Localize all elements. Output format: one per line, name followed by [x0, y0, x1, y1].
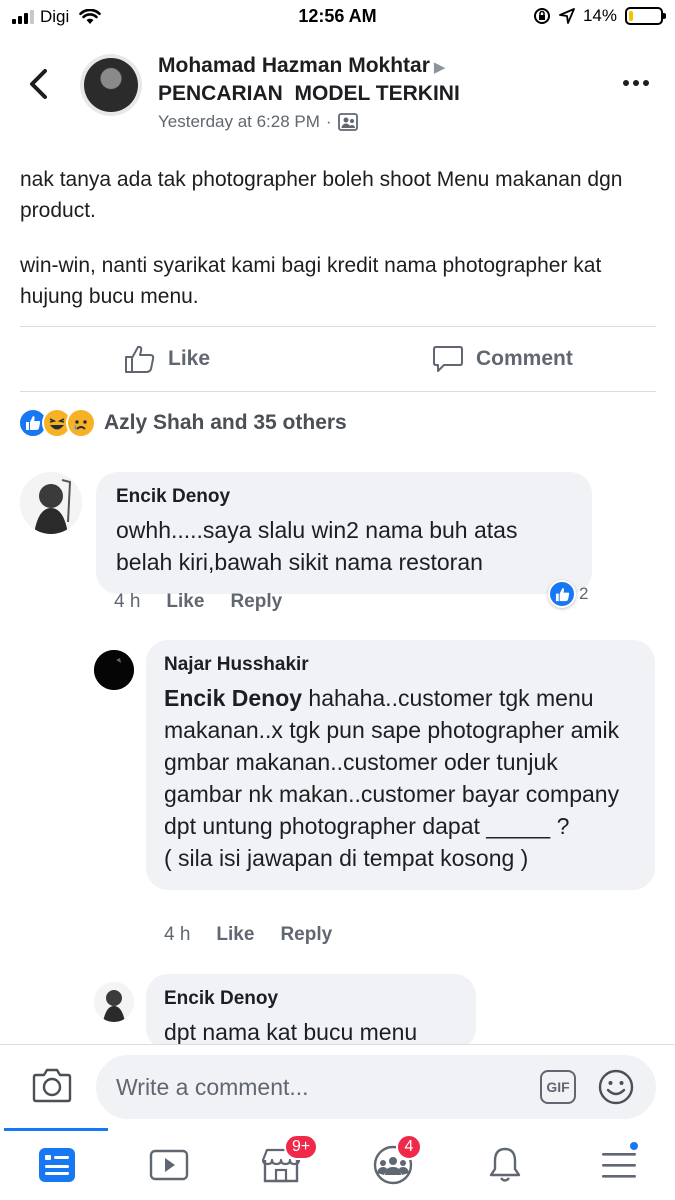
comment-reply-button[interactable]: Reply [230, 591, 282, 613]
comment-text: Encik Denoy hahaha..customer tgk menu ma… [164, 682, 637, 874]
tab-news-feed[interactable] [32, 1142, 82, 1188]
post-paragraph: nak tanya ada tak photographer boleh sho… [20, 168, 623, 222]
comment-text-line: ( sila isi jawapan di tempat kosong ) [164, 845, 529, 871]
notifications-icon [489, 1147, 521, 1182]
avatar-image [20, 472, 82, 534]
battery-icon [625, 7, 666, 25]
active-tab-indicator [4, 1128, 108, 1131]
thumbs-up-icon [125, 345, 155, 373]
comment-time: 4 h [114, 591, 141, 612]
meta-separator: · [325, 112, 332, 131]
rotation-lock-icon [533, 8, 550, 24]
battery-percent: 14% [582, 6, 617, 25]
notification-badge: 4 [396, 1134, 422, 1160]
mention-link[interactable]: Encik Denoy [164, 685, 302, 711]
comment-reaction-count[interactable]: 2 [548, 580, 588, 608]
comment-button[interactable]: Comment [432, 344, 573, 374]
author-name[interactable]: Mohamad Hazman Mokhtar [158, 54, 430, 77]
tab-groups[interactable]: 4 [368, 1134, 422, 1188]
tab-marketplace[interactable]: 9+ [256, 1134, 319, 1188]
post-paragraph: win-win, nanti syarikat kami bagi kredit… [20, 254, 602, 308]
comment-label: Comment [476, 347, 573, 370]
group-name[interactable]: PENCARIAN MODEL TERKINI [158, 82, 460, 106]
gif-button[interactable]: GIF [540, 1070, 576, 1104]
avatar-image [94, 650, 134, 690]
commenter-avatar[interactable] [94, 982, 134, 1022]
status-right: 14% [533, 6, 666, 26]
comment-icon [433, 346, 463, 372]
members-icon [337, 113, 358, 131]
arrow-right-icon: ▶ [433, 59, 446, 76]
news-feed-icon [39, 1148, 75, 1182]
like-reaction-icon [548, 580, 576, 608]
tab-watch[interactable] [144, 1142, 194, 1188]
comment-bubble[interactable]: Encik Denoy owhh.....saya slalu win2 nam… [96, 472, 592, 594]
post-actions: Like Comment [20, 326, 656, 392]
comment-reply-button[interactable]: Reply [280, 924, 332, 946]
avatar-image [94, 982, 134, 1022]
comment-like-button[interactable]: Like [216, 924, 254, 946]
notification-badge: 9+ [284, 1134, 319, 1160]
reaction-count: 2 [579, 584, 589, 603]
more-options-button[interactable] [623, 80, 649, 86]
camera-icon[interactable] [32, 1067, 72, 1103]
comment-bubble[interactable]: Encik Denoy dpt nama kat bucu menu [146, 974, 476, 1050]
back-button[interactable] [24, 66, 54, 102]
reactions-text: Azly Shah and 35 others [104, 411, 347, 434]
emoji-icon[interactable] [597, 1068, 635, 1106]
comment-meta: 4 h Like Reply [164, 924, 332, 946]
comment-time: 4 h [164, 924, 191, 945]
menu-icon [602, 1153, 636, 1178]
author-name-line[interactable]: Mohamad Hazman Mokhtar ▶ [158, 54, 445, 78]
tab-notifications[interactable] [480, 1142, 530, 1188]
comment-like-button[interactable]: Like [166, 591, 204, 613]
watch-icon [149, 1149, 189, 1181]
commenter-avatar[interactable] [94, 650, 134, 690]
post-meta: Yesterday at 6:28 PM · [158, 112, 358, 132]
author-avatar[interactable] [80, 54, 142, 116]
post-time[interactable]: Yesterday at 6:28 PM [158, 112, 320, 132]
commenter-name[interactable]: Najar Husshakir [164, 654, 637, 676]
comment-bubble[interactable]: Najar Husshakir Encik Denoy hahaha..cust… [146, 640, 655, 890]
post-body: nak tanya ada tak photographer boleh sho… [20, 164, 660, 336]
bottom-tab-bar: 9+ 4 [0, 1128, 675, 1200]
like-label: Like [168, 347, 211, 370]
write-comment-bar: GIF [0, 1044, 675, 1128]
more-dot [643, 80, 649, 86]
tab-menu[interactable] [594, 1140, 644, 1188]
post-header: Mohamad Hazman Mokhtar ▶ PENCARIAN MODEL … [0, 40, 675, 144]
battery-level [629, 11, 634, 21]
comment-meta: 4 h Like Reply [114, 591, 282, 613]
commenter-name[interactable]: Encik Denoy [116, 486, 572, 508]
comment-text: owhh.....saya slalu win2 nama buh atas b… [116, 517, 518, 575]
reaction-icons [18, 408, 96, 438]
status-bar: Digi 12:56 AM 14% [0, 0, 675, 36]
more-dot [623, 80, 629, 86]
like-button[interactable]: Like [124, 344, 210, 374]
author-avatar-image [84, 58, 138, 112]
location-icon [559, 8, 575, 24]
sad-reaction-icon [66, 408, 96, 438]
more-dot [633, 80, 639, 86]
reactions-summary[interactable]: Azly Shah and 35 others [18, 408, 347, 438]
commenter-avatar[interactable] [20, 472, 82, 534]
new-activity-dot [628, 1140, 640, 1152]
commenter-name[interactable]: Encik Denoy [164, 988, 458, 1010]
